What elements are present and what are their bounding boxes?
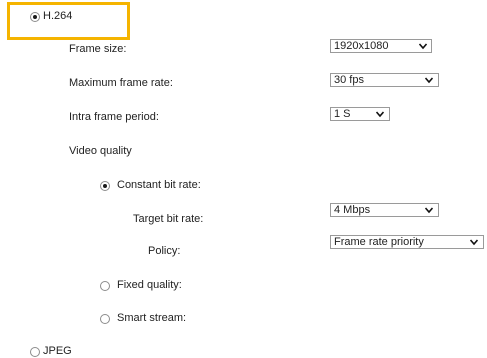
target-bit-rate-select[interactable]: 4 Mbps [330,203,439,217]
fixed-quality-radio[interactable] [100,281,110,291]
chevron-down-icon [470,239,478,246]
intra-frame-period-select[interactable]: 1 S [330,107,390,121]
frame-size-select[interactable]: 1920x1080 [330,39,432,53]
smart-stream-radio[interactable] [100,314,110,324]
fixed-quality-label: Fixed quality: [117,279,182,291]
max-frame-rate-select[interactable]: 30 fps [330,73,439,87]
video-quality-label: Video quality [69,145,132,157]
h264-radio[interactable] [30,12,40,22]
constant-bit-rate-radio[interactable] [100,181,110,191]
max-frame-rate-label: Maximum frame rate: [69,77,173,89]
max-frame-rate-value: 30 fps [334,74,364,86]
frame-size-value: 1920x1080 [334,40,389,52]
frame-size-label: Frame size: [69,43,127,55]
policy-label: Policy: [148,245,181,257]
target-bit-rate-label: Target bit rate: [133,213,204,225]
intra-frame-period-value: 1 S [334,108,351,120]
jpeg-radio[interactable] [30,347,40,357]
policy-select[interactable]: Frame rate priority [330,235,484,249]
chevron-down-icon [425,77,433,84]
chevron-down-icon [425,207,433,214]
target-bit-rate-value: 4 Mbps [334,204,371,216]
jpeg-label: JPEG [43,345,72,357]
chevron-down-icon [376,111,384,118]
intra-frame-period-label: Intra frame period: [69,111,159,123]
chevron-down-icon [419,43,427,50]
constant-bit-rate-label: Constant bit rate: [117,179,201,191]
policy-value: Frame rate priority [334,236,424,248]
h264-label: H.264 [43,10,73,22]
smart-stream-label: Smart stream: [117,312,187,324]
